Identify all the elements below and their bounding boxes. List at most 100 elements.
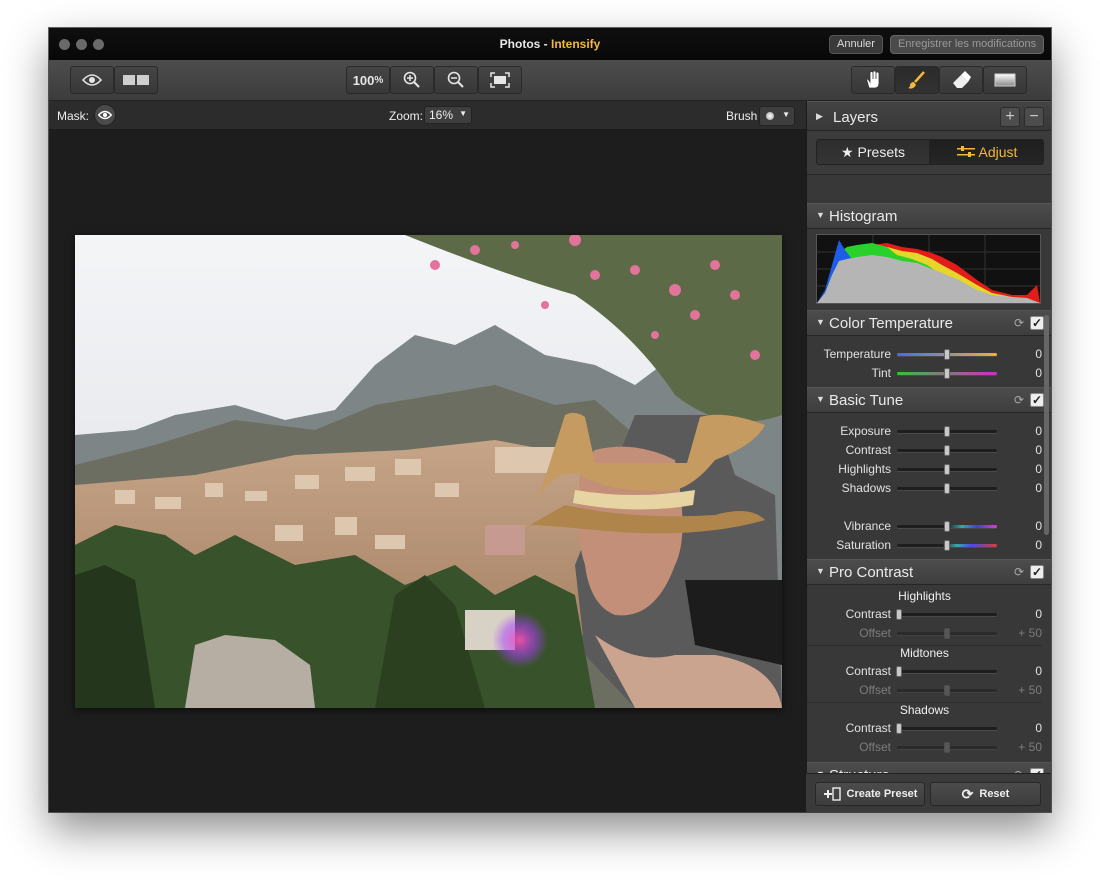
disclosure-triangle-icon: ▼ [816, 566, 825, 576]
eraser-tool-button[interactable] [939, 66, 983, 94]
slider-knob[interactable] [896, 609, 902, 620]
add-preset-icon [823, 787, 841, 801]
preview-toggle-button[interactable] [70, 66, 114, 94]
image-canvas[interactable] [49, 130, 806, 812]
mask-visibility-toggle[interactable] [94, 104, 116, 126]
split-view-button[interactable] [114, 66, 158, 94]
zoom-100-button[interactable]: 100% [346, 66, 390, 94]
reset-section-icon[interactable]: ⟳ [1014, 393, 1024, 407]
disclosure-triangle-icon: ▶ [816, 111, 823, 121]
pro-highlights-offset-row: Offset + 50 [807, 624, 1042, 643]
reset-label: Reset [979, 788, 1010, 800]
adjustments-panel: ▶ Layers + − ★ Presets Adjust ▼ Histogram [806, 101, 1051, 812]
zoom-select[interactable]: 16% ▼ [424, 106, 473, 124]
histogram-graph [817, 235, 1040, 303]
shadows-row: Shadows 0 [807, 479, 1042, 498]
hand-icon [866, 70, 880, 89]
reset-section-icon[interactable]: ⟳ [1014, 316, 1024, 330]
zoom-out-button[interactable] [434, 66, 478, 94]
reset-section-icon[interactable]: ⟳ [1014, 565, 1024, 579]
saturation-value: 0 [1035, 538, 1042, 552]
pro-shadows-contrast-slider[interactable] [896, 723, 997, 734]
toolbar: 100% [49, 60, 1051, 101]
pro-midtones-contrast-slider[interactable] [896, 666, 997, 677]
add-layer-button[interactable]: + [1000, 107, 1020, 127]
slider-knob[interactable] [944, 521, 950, 532]
cancel-button[interactable]: Annuler [829, 35, 883, 54]
split-view-icon [123, 75, 149, 85]
color-temperature-checkbox[interactable]: ✓ [1030, 316, 1044, 330]
slider-knob[interactable] [944, 483, 950, 494]
pro-highlights-title: Highlights [898, 589, 951, 603]
slider-knob[interactable] [896, 723, 902, 734]
layers-header[interactable]: ▶ Layers + − [807, 101, 1051, 131]
mask-label: Mask: [57, 109, 90, 123]
app-window: Photos - Intensify Annuler Enregistrer l… [49, 28, 1051, 812]
eraser-icon [953, 71, 971, 88]
basic-tune-label: Basic Tune [829, 392, 904, 409]
slider-knob[interactable] [944, 464, 950, 475]
create-preset-button[interactable]: Create Preset [815, 782, 925, 806]
zoom-out-icon [447, 71, 464, 88]
tint-label: Tint [871, 366, 891, 380]
pro-shadows-contrast-row: Contrast 0 [807, 719, 1042, 738]
save-changes-button[interactable]: Enregistrer les modifications [890, 35, 1045, 54]
presets-tab[interactable]: ★ Presets [816, 139, 930, 165]
gradient-tool-button[interactable] [983, 66, 1027, 94]
create-preset-label: Create Preset [846, 788, 918, 800]
contrast-value: 0 [1035, 721, 1042, 735]
saturation-label: Saturation [836, 538, 891, 552]
exposure-value: 0 [1035, 424, 1042, 438]
slider-knob[interactable] [896, 666, 902, 677]
pro-highlights-offset-slider [897, 628, 997, 639]
pro-highlights-contrast-slider[interactable] [896, 609, 997, 620]
pro-contrast-checkbox[interactable]: ✓ [1030, 565, 1044, 579]
contrast-row: Contrast 0 [807, 441, 1042, 460]
slider-knob[interactable] [944, 368, 950, 379]
zoom-in-button[interactable] [390, 66, 434, 94]
slider-knob[interactable] [944, 540, 950, 551]
brush-select[interactable]: ▼ [759, 106, 795, 126]
fit-to-window-button[interactable] [478, 66, 522, 94]
temperature-row: Temperature 0 [807, 345, 1042, 364]
contrast-label: Contrast [845, 607, 891, 621]
pro-contrast-header[interactable]: ▼ Pro Contrast ⟳ ✓ [807, 559, 1051, 585]
shadows-slider[interactable] [897, 483, 997, 494]
saturation-row: Saturation 0 [807, 536, 1042, 555]
title-bar: Photos - Intensify Annuler Enregistrer l… [49, 28, 1051, 60]
pro-midtones-contrast-row: Contrast 0 [807, 662, 1042, 681]
pro-shadows-offset-slider [897, 742, 997, 753]
vibrance-label: Vibrance [843, 519, 891, 533]
title-extension-name: Intensify [551, 37, 601, 51]
slider-knob[interactable] [944, 349, 950, 360]
panel-scrollbar[interactable] [1044, 315, 1049, 535]
saturation-slider[interactable] [897, 540, 997, 551]
basic-tune-header[interactable]: ▼ Basic Tune ⟳ ✓ [807, 387, 1051, 413]
adjust-tab[interactable]: Adjust [930, 139, 1044, 165]
highlights-row: Highlights 0 [807, 460, 1042, 479]
slider-knob[interactable] [944, 426, 950, 437]
remove-layer-button[interactable]: − [1024, 107, 1044, 127]
temperature-label: Temperature [823, 347, 891, 361]
brush-tool-button[interactable] [895, 66, 939, 94]
contrast-value: 0 [1035, 443, 1042, 457]
layers-label: Layers [833, 109, 879, 126]
temperature-slider[interactable] [897, 349, 997, 360]
hand-tool-button[interactable] [851, 66, 895, 94]
highlights-slider[interactable] [897, 464, 997, 475]
slider-knob[interactable] [944, 445, 950, 456]
histogram-header[interactable]: ▼ Histogram [807, 203, 1051, 229]
tint-slider[interactable] [897, 368, 997, 379]
tint-row: Tint 0 [807, 364, 1042, 383]
exposure-slider[interactable] [897, 426, 997, 437]
basic-tune-checkbox[interactable]: ✓ [1030, 393, 1044, 407]
gradient-icon [994, 73, 1016, 87]
offset-value: + 50 [1018, 626, 1042, 640]
color-temperature-header[interactable]: ▼ Color Temperature ⟳ ✓ [807, 310, 1051, 336]
contrast-slider[interactable] [897, 445, 997, 456]
reset-button[interactable]: ⟳ Reset [930, 782, 1041, 806]
vibrance-slider[interactable] [897, 521, 997, 532]
photo-image[interactable] [75, 235, 782, 708]
slider-knob [944, 685, 950, 696]
contrast-label: Contrast [845, 443, 891, 457]
